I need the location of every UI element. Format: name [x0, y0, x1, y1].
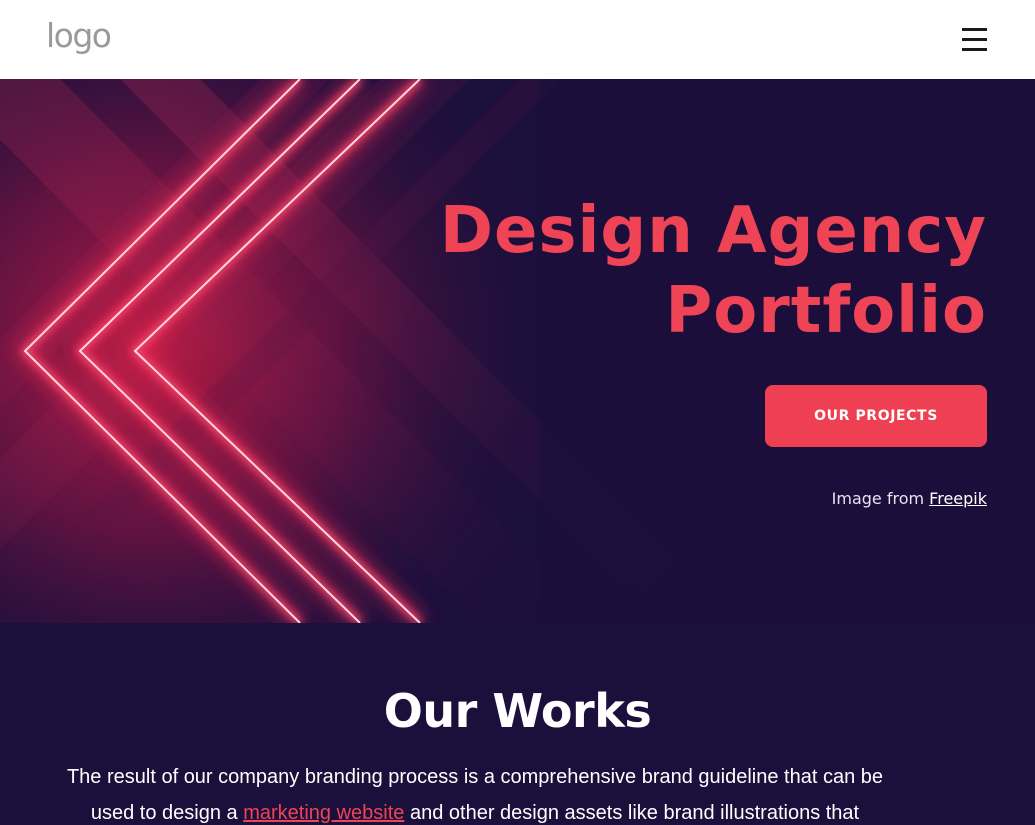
hamburger-menu-icon[interactable] — [962, 27, 988, 51]
hero-title-line-2: Portfolio — [665, 274, 987, 348]
freepik-link[interactable]: Freepik — [929, 489, 987, 508]
our-works-heading: Our Works — [383, 684, 652, 738]
hero-title: Design Agency Portfolio — [440, 191, 987, 351]
hero-title-line-1: Design Agency — [439, 194, 987, 268]
description-text-2: and other design assets like brand illus… — [404, 802, 860, 824]
our-works-section: Our Works The result of our company bran… — [0, 623, 1035, 825]
hero-section: Design Agency Portfolio OUR PROJECTS Ima… — [0, 79, 1035, 623]
logo[interactable]: logo — [46, 16, 112, 56]
marketing-website-link[interactable]: marketing website — [243, 802, 404, 824]
our-works-description: The result of our company branding proce… — [50, 759, 900, 825]
site-header: logo — [0, 0, 1035, 79]
image-credit: Image from Freepik — [832, 489, 987, 508]
image-credit-prefix: Image from — [831, 489, 930, 508]
our-projects-button[interactable]: OUR PROJECTS — [765, 385, 987, 447]
neon-chevron-background-image — [0, 79, 1035, 623]
